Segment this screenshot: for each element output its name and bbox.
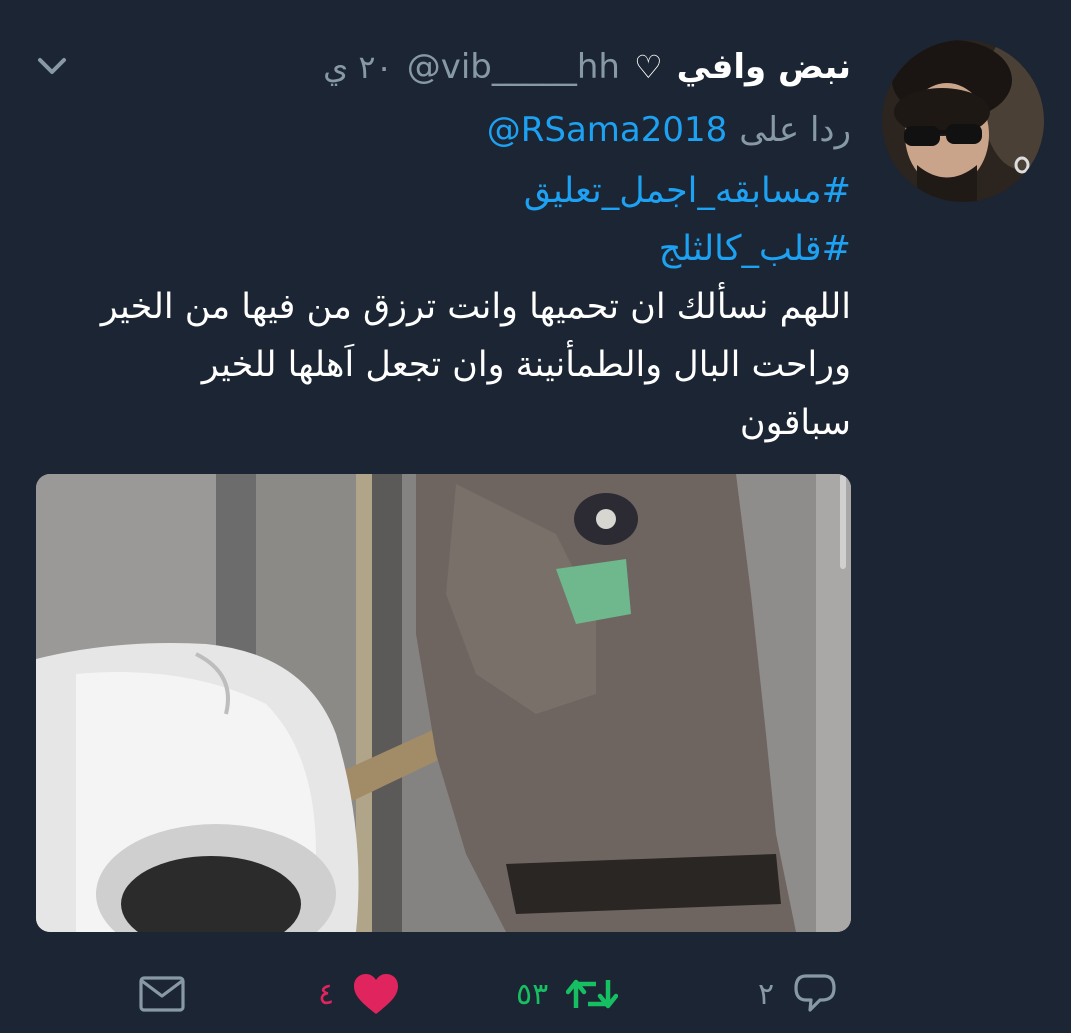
retweet-button[interactable]: ٥٣ — [516, 962, 619, 1026]
hashtag-link[interactable]: #مسابقه_اجمل_تعليق — [31, 162, 851, 220]
reply-count: ٢ — [758, 976, 775, 1012]
tweet-body-line: سباقون — [739, 403, 851, 443]
heart-icon — [354, 974, 399, 1014]
tweet: نبض وافي ♡ @vib_____hh ٢٠ ي ردا على @RSa… — [0, 0, 1071, 1033]
tweet-media-image[interactable] — [36, 474, 851, 932]
reply-to-link[interactable]: @RSama2018 — [487, 110, 728, 150]
like-count: ٤ — [318, 976, 335, 1012]
tweet-text: #مسابقه_اجمل_تعليق #قلب_كالثلج اللهم نسأ… — [31, 162, 851, 452]
tweet-body-line: اللهم نسألك ان تحميها وانت ترزق من فيها … — [100, 287, 851, 327]
hashtag-link[interactable]: #قلب_كالثلج — [31, 220, 851, 278]
name-heart-glyph: ♡ — [633, 48, 663, 86]
direct-message-button[interactable] — [138, 962, 186, 1026]
retweet-icon — [566, 979, 619, 1009]
reply-button[interactable]: ٢ — [758, 962, 838, 1026]
chevron-down-icon[interactable] — [34, 48, 70, 84]
timestamp: ٢٠ ي — [323, 48, 393, 86]
reply-icon — [794, 974, 836, 1012]
reply-prefix: ردا على — [739, 110, 851, 150]
tweet-body-line: وراحت البال والطمأنينة وان تجعل اَهلها ل… — [201, 345, 851, 385]
avatar[interactable] — [882, 40, 1044, 202]
like-button[interactable]: ٤ — [318, 962, 400, 1026]
user-handle[interactable]: @vib_____hh — [407, 47, 620, 87]
reply-context: ردا على @RSama2018 — [487, 104, 851, 156]
avatar-image — [882, 40, 1044, 202]
tweet-actions: ٢ ٥٣ ٤ — [0, 962, 1071, 1026]
mail-icon — [139, 976, 185, 1012]
retweet-count: ٥٣ — [516, 976, 549, 1012]
tweet-header: نبض وافي ♡ @vib_____hh ٢٠ ي — [323, 40, 851, 94]
display-name[interactable]: نبض وافي — [677, 47, 851, 87]
